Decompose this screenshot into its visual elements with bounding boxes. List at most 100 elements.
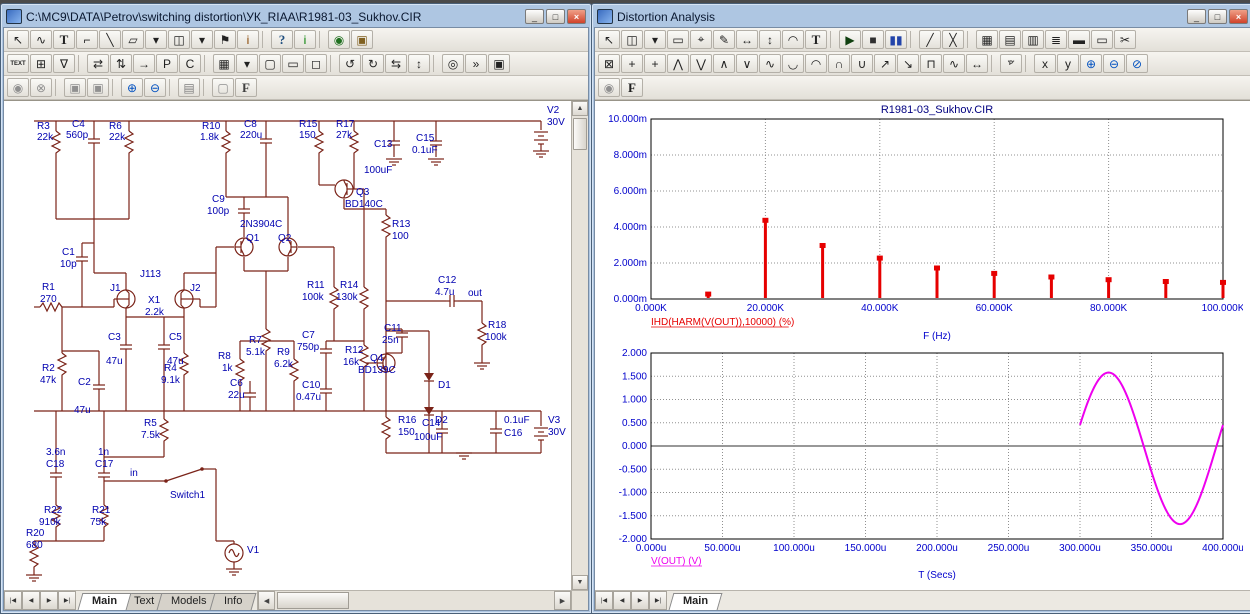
pin-numbers-toggle[interactable]: ⊞ [30, 54, 52, 73]
wire-mode-tool[interactable]: ∿ [30, 30, 52, 49]
info-circle-icon[interactable]: ◉ [7, 78, 29, 97]
left-titlebar[interactable]: C:\MC9\DATA\Petrov\switching distortion\… [3, 6, 589, 27]
horizontal-tag-button[interactable]: ↔ [736, 30, 758, 49]
rotate-ccw-button[interactable]: ↺ [339, 54, 361, 73]
horizontal-scroll-track[interactable] [275, 591, 554, 610]
border-toggle[interactable]: ▢ [259, 54, 281, 73]
font-button[interactable]: F [621, 78, 643, 97]
zoom-auto-button[interactable]: ⊘ [1126, 54, 1148, 73]
baseline-toggle[interactable]: ▬ [1068, 30, 1090, 49]
horizontal-axis-toggle[interactable]: ▭ [1091, 30, 1113, 49]
nav-prev-button[interactable]: ◀ [613, 591, 631, 610]
nav-last-button[interactable]: ▶| [649, 591, 667, 610]
scroll-up-button[interactable]: ▲ [572, 101, 588, 116]
zoom-in-button[interactable]: ⊕ [1080, 54, 1102, 73]
add-waveform-button[interactable]: ◫ [621, 30, 643, 49]
nav-prev-button[interactable]: ◀ [22, 591, 40, 610]
ortho-wire-tool[interactable]: ⌐ [76, 30, 98, 49]
scope-cut-button[interactable]: ✂ [1114, 30, 1136, 49]
tab-info[interactable]: Info [209, 593, 256, 610]
component-tool[interactable]: ◫ [168, 30, 190, 49]
maximize-button[interactable]: □ [1208, 9, 1227, 24]
slider-button[interactable]: ╱ [919, 30, 941, 49]
close-button[interactable]: × [1229, 9, 1248, 24]
minimize-button[interactable]: _ [525, 9, 544, 24]
maximize-button[interactable]: □ [546, 9, 565, 24]
plus-mark-toggle[interactable]: ≣ [1045, 30, 1067, 49]
copy-window-icon[interactable]: ▣ [87, 78, 109, 97]
nav-first-button[interactable]: |◀ [595, 591, 613, 610]
data-points-toggle[interactable]: ▦ [976, 30, 998, 49]
close-circle-icon[interactable]: ⊗ [30, 78, 52, 97]
info-mode-button[interactable]: i [294, 30, 316, 49]
select-tool[interactable]: ↖ [598, 30, 620, 49]
min-button[interactable]: ◡ [782, 54, 804, 73]
close-button[interactable]: × [567, 9, 586, 24]
picture-icon[interactable]: ▣ [351, 30, 373, 49]
minimize-button[interactable]: _ [1187, 9, 1206, 24]
graphics-tool[interactable]: ▱ [122, 30, 144, 49]
nav-next-button[interactable]: ▶ [631, 591, 649, 610]
copy-page-icon[interactable]: ▣ [64, 78, 86, 97]
schematic-canvas[interactable]: R322kC4560pR622kR101.8kC8220uR15150R1727… [4, 100, 588, 590]
bottom-button[interactable]: ∪ [851, 54, 873, 73]
find-button[interactable]: ◎ [442, 54, 464, 73]
add-tag-right-button[interactable]: + [644, 54, 666, 73]
vertical-scroll-thumb[interactable] [573, 118, 587, 150]
add-tag-left-button[interactable]: + [621, 54, 643, 73]
frequency-button[interactable]: ∿ [943, 54, 965, 73]
vertical-scrollbar[interactable]: ▲ ▼ [571, 101, 588, 590]
zoom-out-button[interactable]: ⊖ [1103, 54, 1125, 73]
node-voltages-toggle[interactable]: ⇅ [110, 54, 132, 73]
vertical-scroll-track[interactable] [572, 116, 588, 575]
zoom-in-button[interactable]: ⊕ [121, 78, 143, 97]
text-tool[interactable]: T [53, 30, 75, 49]
scale-mode-button[interactable]: ▭ [667, 30, 689, 49]
go-to-y-button[interactable]: y [1057, 54, 1079, 73]
condition-display-toggle[interactable]: C [179, 54, 201, 73]
tab-main[interactable]: Main [669, 593, 723, 610]
repeat-find-button[interactable]: » [465, 54, 487, 73]
performance-label[interactable]: 'P' [1000, 54, 1022, 73]
pause-button[interactable]: ▮▮ [885, 30, 907, 49]
font-button[interactable]: F [235, 78, 257, 97]
scroll-right-button[interactable]: ▶ [554, 591, 571, 610]
analysis-plot-area[interactable]: R1981-03_Sukhov.CIR0.000m2.000m4.000m6.0… [595, 100, 1250, 590]
grid-text-toggle[interactable]: ∇ [53, 54, 75, 73]
tokens-toggle[interactable]: ▤ [999, 30, 1021, 49]
max-button[interactable]: ◠ [805, 54, 827, 73]
diagonal-wire-tool[interactable]: ╲ [99, 30, 121, 49]
nav-next-button[interactable]: ▶ [40, 591, 58, 610]
horizontal-scrollbar[interactable]: ◀ ▶ [257, 591, 571, 610]
zoom-out-button[interactable]: ⊖ [144, 78, 166, 97]
zoom-area-button[interactable]: ▣ [488, 54, 510, 73]
cursor-mode-button[interactable]: ⌖ [690, 30, 712, 49]
globe-icon[interactable]: ◉ [328, 30, 350, 49]
valley-button[interactable]: ⋁ [690, 54, 712, 73]
stop-button[interactable]: ■ [862, 30, 884, 49]
grid-toggle[interactable]: ▦ [213, 54, 235, 73]
go-to-x-button[interactable]: x [1034, 54, 1056, 73]
inflection-button[interactable]: ∿ [759, 54, 781, 73]
low-button[interactable]: ∨ [736, 54, 758, 73]
properties-button[interactable]: ⊠ [598, 54, 620, 73]
run-button[interactable]: ▶ [839, 30, 861, 49]
rubberband-toggle[interactable]: ◻ [305, 54, 327, 73]
scroll-down-button[interactable]: ▼ [572, 575, 588, 590]
text-tool[interactable]: T [805, 30, 827, 49]
region-icon[interactable]: ▢ [212, 78, 234, 97]
width-button[interactable]: ↔ [966, 54, 988, 73]
point-tag-button[interactable]: ✎ [713, 30, 735, 49]
nav-last-button[interactable]: ▶| [58, 591, 76, 610]
period-button[interactable]: ⊓ [920, 54, 942, 73]
nav-first-button[interactable]: |◀ [4, 591, 22, 610]
high-button[interactable]: ∧ [713, 54, 735, 73]
tab-main[interactable]: Main [78, 593, 132, 610]
performance-tag-button[interactable]: ◠ [782, 30, 804, 49]
ruler-toggle[interactable]: ▥ [1022, 30, 1044, 49]
node-numbers-toggle[interactable]: ⇄ [87, 54, 109, 73]
peak-button[interactable]: ⋀ [667, 54, 689, 73]
flip-x-button[interactable]: ⇆ [385, 54, 407, 73]
text-display-button[interactable]: TEXT [7, 54, 29, 73]
vertical-tag-button[interactable]: ↕ [759, 30, 781, 49]
